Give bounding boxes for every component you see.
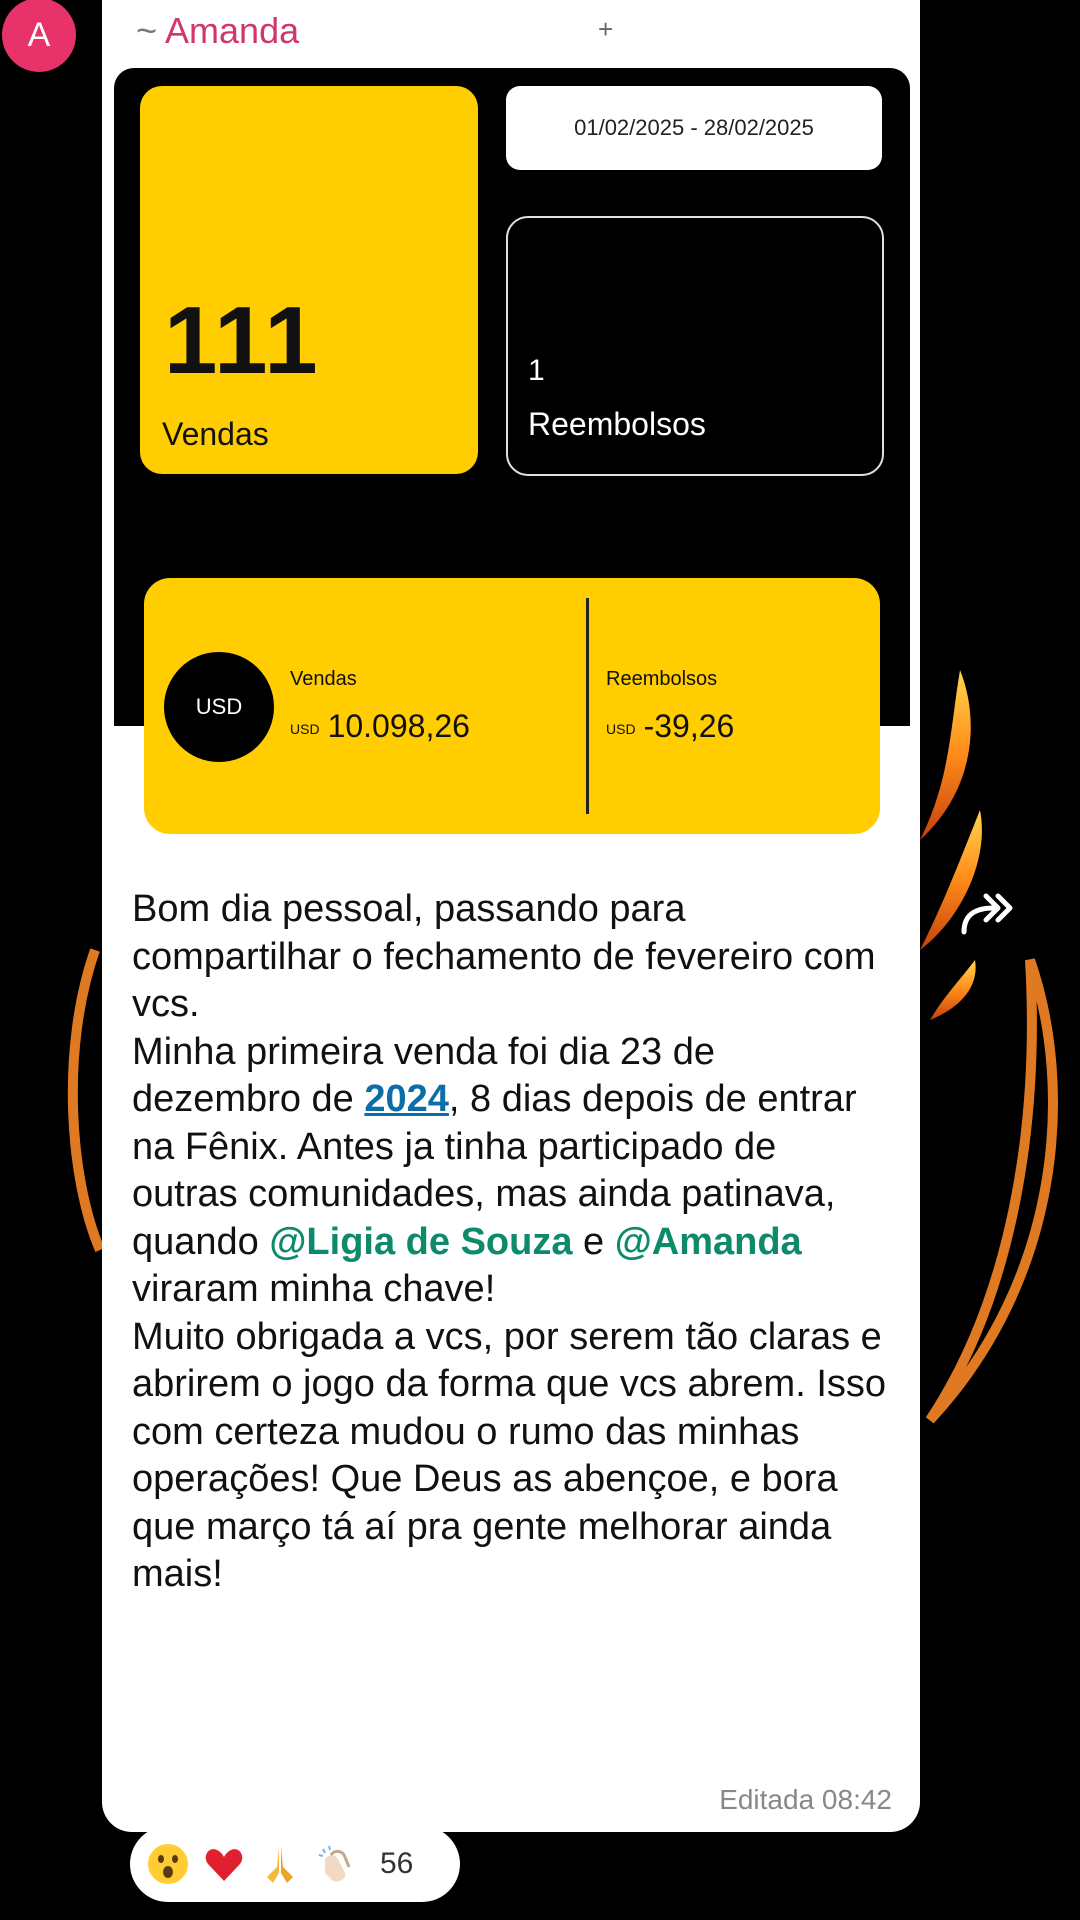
- refunds-count: 1: [528, 354, 545, 387]
- sender-name[interactable]: ~ Amanda: [136, 10, 299, 52]
- total-refunds-currency: USD: [606, 720, 636, 737]
- message-paragraph-2: Minha primeira venda foi dia 23 de dezem…: [132, 1029, 892, 1314]
- red-heart-icon: [202, 1842, 246, 1886]
- reactions-bar[interactable]: 56: [130, 1826, 460, 1902]
- currency-badge: USD: [164, 652, 274, 762]
- message-paragraph-1: Bom dia pessoal, passando para compartil…: [132, 888, 876, 1025]
- mention-amanda[interactable]: @Amanda: [615, 1221, 802, 1263]
- message-paragraph-3: Muito obrigada a vcs, por serem tão clar…: [132, 1315, 887, 1596]
- message-bubble[interactable]: ~ Amanda + 111 Vendas 01/02/2025 - 28/02/…: [102, 0, 920, 1832]
- totals-divider: [586, 598, 589, 814]
- surprised-face-icon: [146, 1842, 190, 1886]
- total-refunds-value: USD -39,26: [606, 708, 734, 745]
- reaction-count: 56: [380, 1847, 414, 1880]
- sales-count: 111: [164, 287, 320, 394]
- refunds-card: 1 Reembolsos: [506, 216, 884, 476]
- total-sales-amount: 10.098,26: [327, 708, 470, 744]
- folded-hands-icon: [258, 1842, 302, 1886]
- sales-label: Vendas: [162, 416, 269, 452]
- edited-timestamp: Editada 08:42: [719, 1784, 892, 1815]
- total-refunds-label: Reembolsos: [606, 668, 718, 690]
- totals-card: USD Vendas USD 10.098,26 Reembolsos USD -3…: [144, 578, 880, 834]
- refunds-label: Reembolsos: [528, 406, 706, 442]
- add-contact-icon[interactable]: +: [598, 14, 613, 45]
- sales-card: 111 Vendas: [140, 86, 478, 474]
- total-refunds-amount: -39,26: [643, 708, 735, 744]
- sender-prefix: ~: [136, 10, 158, 51]
- avatar-initial: A: [27, 15, 51, 54]
- date-link[interactable]: 2024: [364, 1078, 449, 1120]
- forward-icon[interactable]: [958, 886, 1022, 938]
- clapping-hands-icon: [314, 1842, 358, 1886]
- message-text-segment: viraram minha chave!: [132, 1268, 496, 1310]
- sender-avatar[interactable]: A: [2, 0, 76, 72]
- sender-name-text: Amanda: [165, 10, 300, 51]
- mention-ligia-de-souza[interactable]: @Ligia de Souza: [269, 1221, 572, 1263]
- chat-screen: A ~ Amanda + 111 Vendas 01/02/2025 - 28/0…: [0, 0, 1080, 1920]
- message-text: Bom dia pessoal, passando para compartil…: [132, 886, 892, 1599]
- total-sales-currency: USD: [290, 720, 320, 737]
- message-image[interactable]: 111 Vendas 01/02/2025 - 28/02/2025 1 Ree…: [114, 68, 910, 838]
- total-sales-label: Vendas: [290, 668, 357, 690]
- message-text-segment: e: [572, 1220, 615, 1263]
- total-sales-value: USD 10.098,26: [290, 708, 470, 745]
- date-range: 01/02/2025 - 28/02/2025: [506, 86, 882, 170]
